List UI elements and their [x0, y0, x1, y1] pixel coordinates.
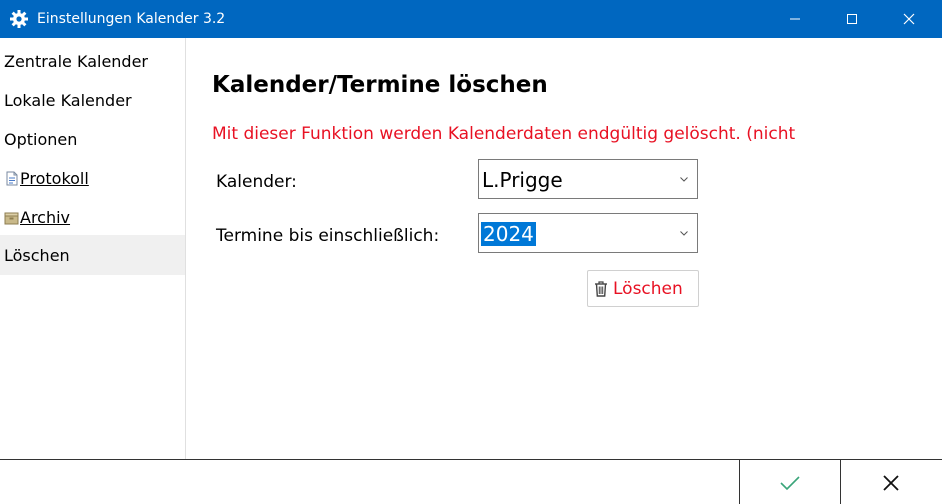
delete-button-label: Löschen: [613, 278, 683, 299]
sidebar-item-label: Zentrale Kalender: [4, 52, 148, 71]
minimize-button[interactable]: [772, 0, 818, 38]
kalender-select-value: L.Prigge: [482, 168, 563, 192]
delete-button[interactable]: Löschen: [587, 270, 699, 307]
sidebar-item-loeschen[interactable]: Löschen: [0, 235, 185, 275]
page-title: Kalender/Termine löschen: [212, 72, 548, 98]
chevron-down-icon: [680, 177, 688, 182]
kalender-label: Kalender:: [216, 172, 297, 192]
termine-select-value: 2024: [481, 222, 536, 246]
archive-box-icon: [4, 212, 19, 225]
maximize-button[interactable]: [829, 0, 875, 38]
sidebar-item-zentrale-kalender[interactable]: Zentrale Kalender: [0, 42, 185, 81]
sidebar-item-label: Löschen: [4, 245, 70, 265]
maximize-icon: [847, 14, 857, 24]
warning-text: Mit dieser Funktion werden Kalenderdaten…: [212, 124, 796, 144]
sidebar-item-lokale-kalender[interactable]: Lokale Kalender: [0, 81, 185, 120]
sidebar-item-label: Lokale Kalender: [4, 91, 132, 110]
title-bar: Einstellungen Kalender 3.2: [0, 0, 942, 38]
minimize-icon: [790, 18, 800, 20]
sidebar-item-label: Archiv: [20, 208, 71, 227]
sidebar-item-label: Protokoll: [20, 169, 89, 188]
sidebar-item-label: Optionen: [4, 130, 78, 149]
chevron-down-icon: [680, 231, 688, 236]
sidebar-item-protokoll[interactable]: Protokoll: [0, 159, 185, 198]
close-window-button[interactable]: [886, 0, 932, 38]
gear-icon: [10, 10, 28, 28]
close-icon: [883, 474, 899, 491]
cancel-button[interactable]: [840, 460, 941, 504]
termine-year-select[interactable]: 2024: [478, 213, 698, 253]
sidebar-item-optionen[interactable]: Optionen: [0, 120, 185, 159]
window-title: Einstellungen Kalender 3.2: [37, 11, 226, 27]
document-icon: [6, 171, 18, 186]
kalender-select[interactable]: L.Prigge: [478, 159, 698, 199]
checkmark-icon: [780, 475, 800, 490]
bottom-bar: [0, 459, 942, 504]
ok-button[interactable]: [739, 460, 840, 504]
main-panel: Kalender/Termine löschen Mit dieser Funk…: [186, 38, 942, 459]
trash-icon: [595, 280, 607, 297]
close-icon: [903, 13, 915, 25]
sidebar: Zentrale Kalender Lokale Kalender Option…: [0, 38, 186, 459]
sidebar-item-archiv[interactable]: Archiv: [0, 198, 185, 237]
termine-label: Termine bis einschließlich:: [216, 226, 440, 246]
